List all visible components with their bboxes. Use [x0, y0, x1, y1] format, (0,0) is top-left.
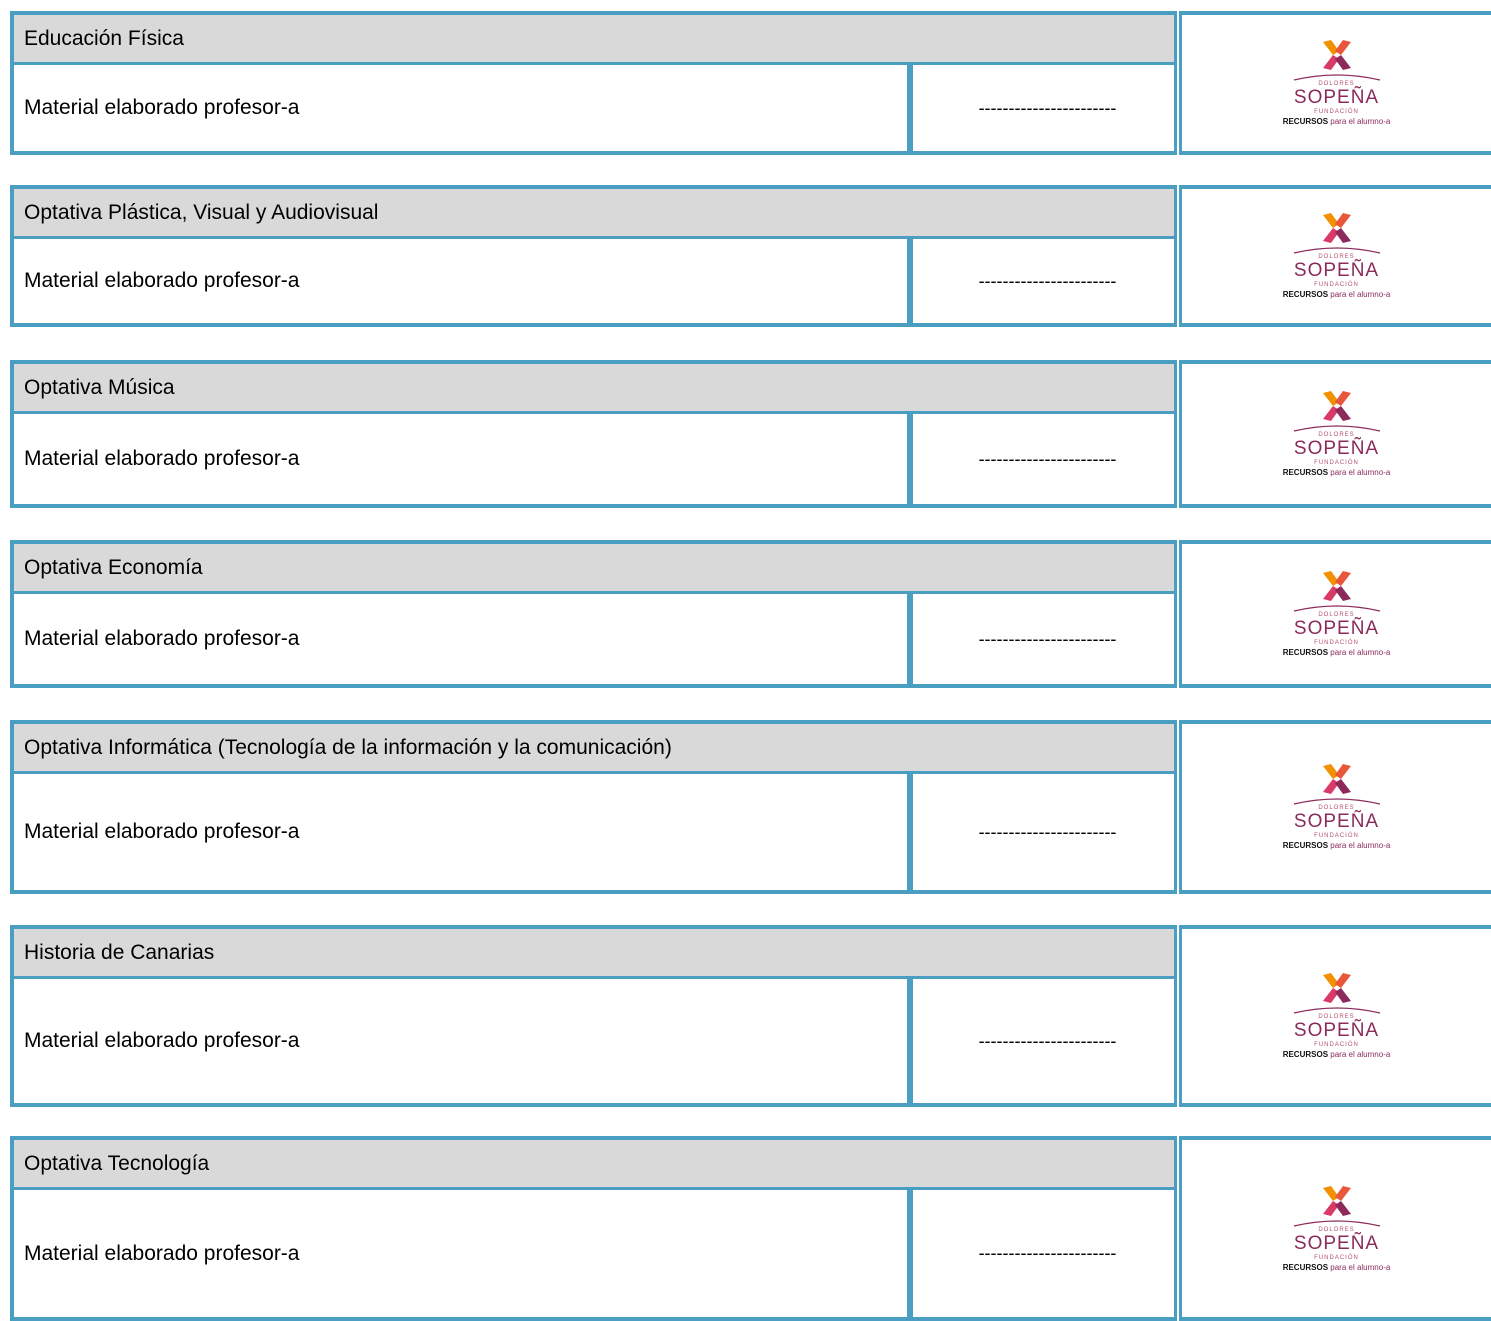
subject-title: Optativa Plástica, Visual y Audiovisual — [14, 189, 1174, 239]
logo-brand: SOPEÑA — [1293, 811, 1380, 832]
table-row: Material elaborado profesor-a ----------… — [14, 239, 1174, 323]
code-cell: ----------------------- — [910, 594, 1174, 684]
subject-section: Optativa Plástica, Visual y Audiovisual … — [10, 185, 1491, 327]
subject-title: Optativa Informática (Tecnología de la i… — [14, 724, 1174, 774]
code-cell: ----------------------- — [910, 414, 1174, 504]
subject-table: Optativa Informática (Tecnología de la i… — [10, 720, 1177, 894]
logo-brand: SOPEÑA — [1293, 87, 1380, 108]
material-cell: Material elaborado profesor-a — [14, 414, 910, 504]
logo-tagline-rest: para el alumno-a — [1330, 841, 1391, 850]
table-row: Material elaborado profesor-a ----------… — [14, 774, 1174, 890]
logo-tagline: RECURSOS para el alumno-a — [1182, 116, 1491, 127]
logo-foundation: FUNDACIÓN — [1314, 1042, 1359, 1048]
subject-table: Historia de Canarias Material elaborado … — [10, 925, 1177, 1107]
logo-brand: SOPEÑA — [1293, 1232, 1380, 1254]
sopena-logo: DOLORES SOPEÑA FUNDACIÓN RECURSOS para e… — [1179, 540, 1491, 688]
sopena-logo: DOLORES SOPEÑA FUNDACIÓN RECURSOS para e… — [1179, 1136, 1491, 1321]
sopena-cross-icon — [1322, 571, 1351, 601]
subject-section: Optativa Música Material elaborado profe… — [10, 360, 1491, 508]
subject-section: Historia de Canarias Material elaborado … — [10, 925, 1491, 1107]
subject-table: Optativa Música Material elaborado profe… — [10, 360, 1177, 508]
sopena-cross-icon — [1322, 973, 1351, 1003]
material-cell: Material elaborado profesor-a — [14, 1190, 910, 1317]
logo-tagline-bold: RECURSOS — [1282, 117, 1329, 126]
logo-tagline-rest: para el alumno-a — [1330, 1050, 1391, 1059]
logo-brand: SOPEÑA — [1293, 1020, 1380, 1041]
logo-foundation: FUNDACIÓN — [1314, 640, 1359, 646]
logo-foundation: FUNDACIÓN — [1314, 282, 1359, 288]
subject-section: Optativa Economía Material elaborado pro… — [10, 540, 1491, 688]
logo-foundation: FUNDACIÓN — [1314, 109, 1359, 115]
subject-title: Optativa Música — [14, 364, 1174, 414]
logo-arc — [1293, 74, 1380, 81]
logo-tagline: RECURSOS para el alumno-a — [1182, 1049, 1491, 1060]
logo-brand: SOPEÑA — [1293, 260, 1380, 281]
table-row: Material elaborado profesor-a ----------… — [14, 979, 1174, 1103]
logo-tagline-bold: RECURSOS — [1282, 468, 1329, 477]
sopena-logo: DOLORES SOPEÑA FUNDACIÓN RECURSOS para e… — [1179, 11, 1491, 155]
subject-table: Optativa Tecnología Material elaborado p… — [10, 1136, 1177, 1321]
sopena-cross-icon — [1322, 1185, 1351, 1216]
code-cell: ----------------------- — [910, 979, 1174, 1103]
material-cell: Material elaborado profesor-a — [14, 239, 910, 323]
table-row: Material elaborado profesor-a ----------… — [14, 1190, 1174, 1317]
subject-table: Optativa Economía Material elaborado pro… — [10, 540, 1177, 688]
table-row: Material elaborado profesor-a ----------… — [14, 65, 1174, 151]
logo-tagline: RECURSOS para el alumno-a — [1182, 1262, 1491, 1273]
subject-title: Historia de Canarias — [14, 929, 1174, 979]
table-row: Material elaborado profesor-a ----------… — [14, 594, 1174, 684]
subject-title: Educación Física — [14, 15, 1174, 65]
logo-arc — [1293, 425, 1380, 432]
code-cell: ----------------------- — [910, 239, 1174, 323]
material-cell: Material elaborado profesor-a — [14, 594, 910, 684]
logo-tagline-rest: para el alumno-a — [1330, 648, 1391, 657]
sopena-logo: DOLORES SOPEÑA FUNDACIÓN RECURSOS para e… — [1179, 720, 1491, 894]
logo-brand: SOPEÑA — [1293, 618, 1380, 639]
logo-arc — [1293, 798, 1380, 805]
logo-foundation: FUNDACIÓN — [1314, 833, 1359, 839]
code-cell: ----------------------- — [910, 65, 1174, 151]
sopena-logo: DOLORES SOPEÑA FUNDACIÓN RECURSOS para e… — [1179, 185, 1491, 327]
logo-tagline-rest: para el alumno-a — [1330, 290, 1391, 299]
subject-table: Educación Física Material elaborado prof… — [10, 11, 1177, 155]
material-cell: Material elaborado profesor-a — [14, 65, 910, 151]
sopena-cross-icon — [1322, 391, 1351, 421]
sopena-logo: DOLORES SOPEÑA FUNDACIÓN RECURSOS para e… — [1179, 360, 1491, 508]
logo-tagline-rest: para el alumno-a — [1330, 117, 1391, 126]
logo-brand: SOPEÑA — [1293, 438, 1380, 459]
table-row: Material elaborado profesor-a ----------… — [14, 414, 1174, 504]
logo-tagline-bold: RECURSOS — [1282, 1050, 1329, 1059]
logo-tagline-bold: RECURSOS — [1282, 648, 1329, 657]
logo-foundation: FUNDACIÓN — [1314, 460, 1359, 466]
logo-arc — [1293, 1219, 1380, 1227]
logo-arc — [1293, 605, 1380, 612]
logo-tagline-rest: para el alumno-a — [1330, 468, 1391, 477]
subject-section: Optativa Informática (Tecnología de la i… — [10, 720, 1491, 894]
resource-list: Educación Física Material elaborado prof… — [0, 0, 1491, 1321]
logo-tagline: RECURSOS para el alumno-a — [1182, 289, 1491, 300]
subject-table: Optativa Plástica, Visual y Audiovisual … — [10, 185, 1177, 327]
subject-title: Optativa Economía — [14, 544, 1174, 594]
subject-section: Optativa Tecnología Material elaborado p… — [10, 1136, 1491, 1321]
logo-tagline-rest: para el alumno-a — [1330, 1262, 1391, 1272]
sopena-cross-icon — [1322, 40, 1351, 70]
sopena-cross-icon — [1322, 764, 1351, 794]
logo-tagline: RECURSOS para el alumno-a — [1182, 840, 1491, 851]
code-cell: ----------------------- — [910, 774, 1174, 890]
logo-tagline-bold: RECURSOS — [1282, 290, 1329, 299]
sopena-logo: DOLORES SOPEÑA FUNDACIÓN RECURSOS para e… — [1179, 925, 1491, 1107]
logo-foundation: FUNDACIÓN — [1314, 1254, 1359, 1261]
subject-section: Educación Física Material elaborado prof… — [10, 11, 1491, 155]
logo-arc — [1293, 1007, 1380, 1014]
code-cell: ----------------------- — [910, 1190, 1174, 1317]
subject-title: Optativa Tecnología — [14, 1140, 1174, 1190]
logo-tagline-bold: RECURSOS — [1282, 841, 1329, 850]
material-cell: Material elaborado profesor-a — [14, 979, 910, 1103]
sopena-cross-icon — [1322, 213, 1351, 243]
logo-tagline: RECURSOS para el alumno-a — [1182, 467, 1491, 478]
logo-tagline-bold: RECURSOS — [1282, 1262, 1329, 1272]
logo-arc — [1293, 247, 1380, 254]
logo-tagline: RECURSOS para el alumno-a — [1182, 647, 1491, 658]
material-cell: Material elaborado profesor-a — [14, 774, 910, 890]
